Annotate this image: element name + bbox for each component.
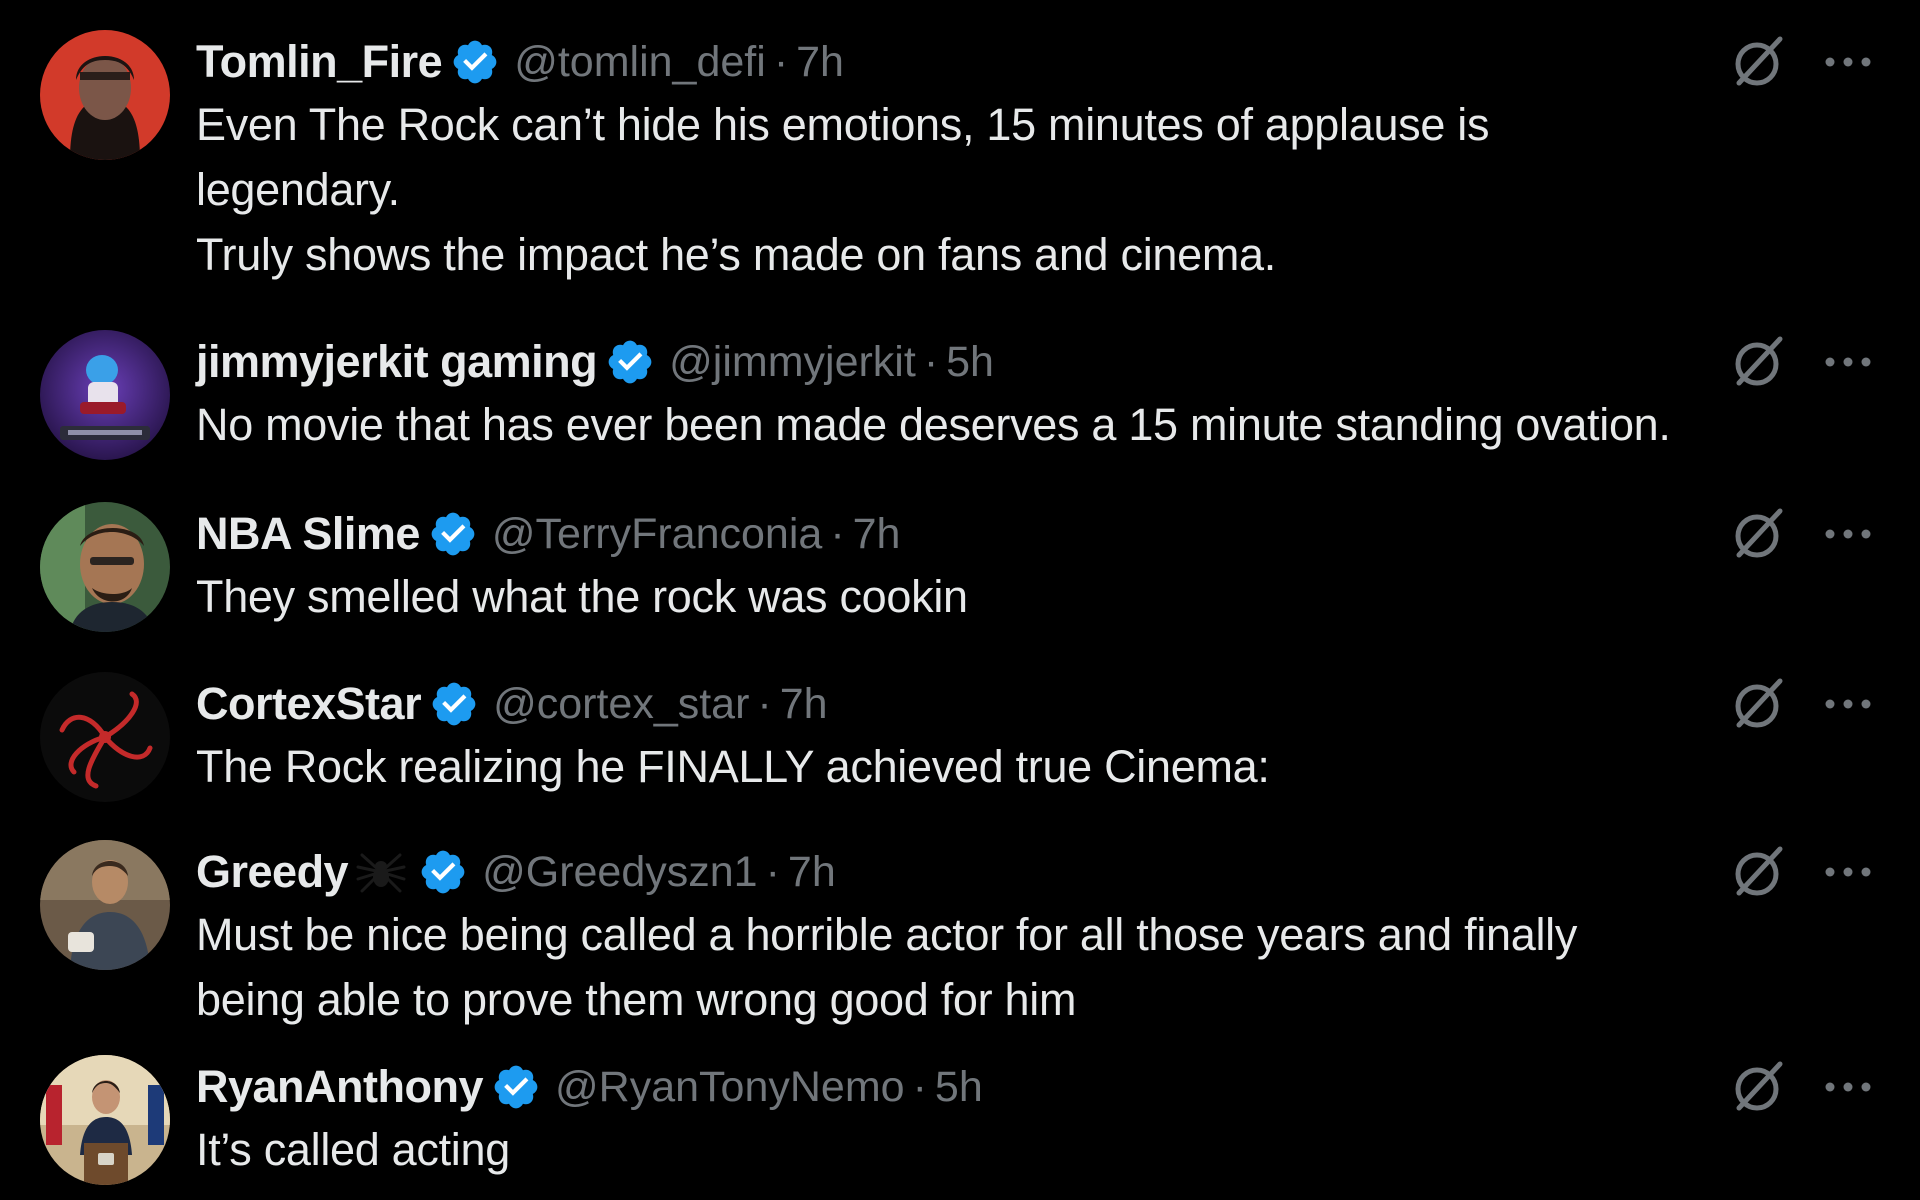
timestamp[interactable]: 7h [780, 680, 828, 729]
avatar[interactable] [40, 672, 170, 802]
handle[interactable]: @cortex_star [493, 680, 749, 729]
face-photo-avatar-icon [40, 502, 170, 632]
separator-dot: · [757, 679, 772, 728]
verified-badge-icon [418, 847, 468, 897]
handle[interactable]: @RyanTonyNemo [555, 1063, 905, 1112]
verified-badge-icon [450, 37, 500, 87]
tweet-text: Must be nice being called a horrible act… [196, 909, 1578, 1025]
avatar[interactable] [40, 330, 170, 460]
more-options-icon[interactable] [1822, 52, 1874, 72]
display-name[interactable]: Tomlin_Fire [196, 36, 443, 88]
display-name[interactable]: CortexStar [196, 678, 422, 730]
separator-dot: · [765, 847, 780, 896]
timestamp[interactable]: 7h [796, 38, 844, 87]
handle[interactable]: @jimmyjerkit [669, 338, 916, 387]
grok-icon[interactable] [1730, 33, 1788, 91]
grok-icon[interactable] [1730, 675, 1788, 733]
spider-icon [352, 847, 410, 897]
timestamp[interactable]: 7h [853, 510, 901, 559]
handle[interactable]: @Greedyszn1 [482, 848, 758, 897]
more-options-icon[interactable] [1822, 862, 1874, 882]
grok-icon[interactable] [1730, 843, 1788, 901]
tweet-text: Even The Rock can’t hide his emotions, 1… [196, 99, 1490, 280]
grok-icon[interactable] [1730, 1058, 1788, 1116]
separator-dot: · [830, 509, 845, 558]
grok-icon[interactable] [1730, 505, 1788, 563]
display-name[interactable]: RyanAnthony [196, 1061, 484, 1113]
more-options-icon[interactable] [1822, 694, 1874, 714]
timestamp[interactable]: 7h [788, 848, 836, 897]
handle[interactable]: @tomlin_defi [514, 38, 766, 87]
timestamp[interactable]: 5h [935, 1063, 983, 1112]
separator-dot: · [923, 337, 939, 386]
display-name[interactable]: jimmyjerkit gaming [196, 336, 598, 388]
tweet-text: It’s called acting [196, 1124, 510, 1175]
avatar[interactable] [40, 502, 170, 632]
red-swirl-avatar-icon [40, 672, 170, 802]
verified-badge-icon [429, 679, 479, 729]
red-portrait-avatar-icon [40, 30, 170, 160]
display-name[interactable]: NBA Slime [196, 508, 420, 560]
separator-dot: · [912, 1062, 927, 1111]
more-options-icon[interactable] [1822, 352, 1874, 372]
more-options-icon[interactable] [1822, 1077, 1874, 1097]
reply-feed: Tomlin_Fire @tomlin_defi · 7h Even The R… [0, 0, 1920, 1200]
tweet-text: They smelled what the rock was cookin [196, 571, 968, 622]
avatar[interactable] [40, 1055, 170, 1185]
timestamp[interactable]: 5h [946, 338, 994, 387]
display-name[interactable]: Greedy [196, 846, 349, 898]
verified-badge-icon [605, 337, 655, 387]
separator-dot: · [773, 37, 789, 86]
person-photo-avatar-icon [40, 840, 170, 970]
podium-photo-avatar-icon [40, 1055, 170, 1185]
avatar[interactable] [40, 30, 170, 160]
purple-gaming-avatar-icon [40, 330, 170, 460]
tweet-text: The Rock realizing he FINALLY achieved t… [196, 741, 1270, 792]
verified-badge-icon [428, 509, 478, 559]
verified-badge-icon [491, 1062, 541, 1112]
more-options-icon[interactable] [1822, 524, 1874, 544]
handle[interactable]: @TerryFranconia [492, 510, 822, 559]
avatar[interactable] [40, 840, 170, 970]
grok-icon[interactable] [1730, 333, 1788, 391]
tweet-text: No movie that has ever been made deserve… [196, 399, 1671, 450]
